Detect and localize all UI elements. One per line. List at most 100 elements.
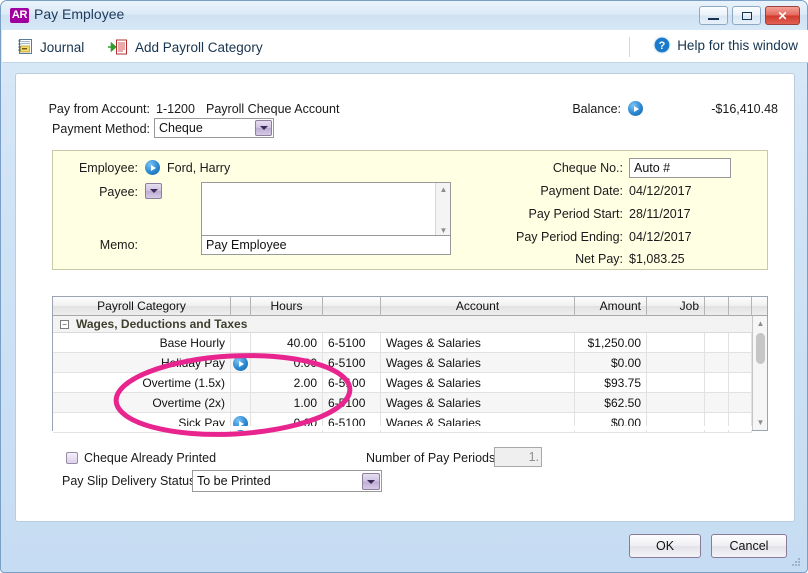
cell-hours[interactable]: 1.00 bbox=[251, 393, 323, 413]
grid-column-header[interactable]: Account bbox=[381, 297, 575, 316]
cancel-button[interactable]: Cancel bbox=[711, 534, 787, 558]
cell-account-number[interactable]: 6-5100 bbox=[323, 333, 381, 353]
cell-row-arrow[interactable] bbox=[231, 393, 251, 413]
cell-hours[interactable]: 0.00 bbox=[251, 353, 323, 373]
ok-button[interactable]: OK bbox=[629, 534, 701, 558]
payee-scrollbar[interactable]: ▲ ▼ bbox=[435, 183, 450, 237]
journal-button[interactable]: Journal bbox=[16, 36, 84, 58]
delivery-status-chevron-down-icon[interactable] bbox=[362, 473, 380, 490]
scroll-up-icon[interactable]: ▲ bbox=[436, 183, 451, 196]
cell-account-number[interactable]: 6-5100 bbox=[323, 393, 381, 413]
cell-job[interactable] bbox=[647, 333, 705, 353]
cell-extra-1[interactable] bbox=[705, 333, 729, 353]
table-row[interactable]: Overtime (2x) 1.00 6-5100 Wages & Salaries $… bbox=[53, 393, 752, 413]
grid-column-header[interactable] bbox=[729, 297, 752, 316]
payee-chevron-down-icon[interactable] bbox=[145, 183, 162, 199]
cell-account-number[interactable]: 6-5100 bbox=[323, 353, 381, 373]
payee-input[interactable]: ▲ ▼ bbox=[201, 182, 451, 238]
cell-account-number[interactable]: 6-5100 bbox=[323, 373, 381, 393]
balance-arrow-icon[interactable] bbox=[628, 101, 643, 116]
memo-input[interactable]: Pay Employee bbox=[201, 235, 451, 255]
grid-column-header[interactable]: Amount bbox=[575, 297, 647, 316]
grid-scroll-down-icon[interactable]: ▼ bbox=[753, 416, 768, 429]
cell-payroll-category[interactable]: Sick Pay bbox=[53, 413, 231, 433]
cell-amount[interactable]: $62.50 bbox=[575, 393, 647, 413]
cell-amount[interactable]: $0.00 bbox=[575, 413, 647, 433]
pay-periods-label: Number of Pay Periods: bbox=[366, 451, 499, 465]
grid-column-header[interactable]: Job bbox=[647, 297, 705, 316]
grid-scroll-thumb[interactable] bbox=[756, 333, 765, 364]
cell-amount[interactable]: $1,250.00 bbox=[575, 333, 647, 353]
cheque-already-printed-checkbox[interactable] bbox=[66, 452, 78, 464]
minimize-button[interactable] bbox=[699, 6, 728, 25]
cell-account-name[interactable]: Wages & Salaries bbox=[381, 353, 575, 373]
table-row[interactable]: Base Hourly 40.00 6-5100 Wages & Salaries $1… bbox=[53, 333, 752, 353]
employee-arrow-icon[interactable] bbox=[145, 160, 160, 175]
cheque-already-printed-label: Cheque Already Printed bbox=[84, 451, 217, 465]
cell-extra-1[interactable] bbox=[705, 413, 729, 433]
cell-job[interactable] bbox=[647, 373, 705, 393]
table-row[interactable]: Overtime (1.5x) 2.00 6-5100 Wages & Salarie… bbox=[53, 373, 752, 393]
payee-select-button[interactable] bbox=[143, 182, 162, 201]
payment-method-select[interactable]: Cheque bbox=[154, 118, 274, 138]
resize-grip[interactable] bbox=[790, 556, 802, 568]
grid-scrollbar[interactable]: ▲ ▼ bbox=[752, 316, 767, 430]
cell-row-arrow[interactable] bbox=[231, 373, 251, 393]
cell-account-name[interactable]: Wages & Salaries bbox=[381, 393, 575, 413]
table-row[interactable]: Sick Pay 0.00 6-5100 Wages & Salaries $0.00 bbox=[53, 413, 752, 433]
cell-hours[interactable]: 2.00 bbox=[251, 373, 323, 393]
maximize-button[interactable] bbox=[732, 6, 761, 25]
cell-payroll-category[interactable]: Holiday Pay bbox=[53, 353, 231, 373]
add-payroll-category-button[interactable]: Add Payroll Category bbox=[107, 36, 263, 58]
cell-extra-2[interactable] bbox=[729, 393, 752, 413]
close-button[interactable]: ✕ bbox=[765, 6, 800, 25]
journal-icon bbox=[16, 38, 34, 56]
table-row[interactable]: Holiday Pay 0.00 6-5100 Wages & Salaries $0.… bbox=[53, 353, 752, 373]
title-bar: AR Pay Employee ✕ bbox=[1, 1, 807, 30]
cell-extra-1[interactable] bbox=[705, 373, 729, 393]
grid-column-header[interactable] bbox=[323, 297, 381, 316]
cell-row-arrow[interactable] bbox=[231, 413, 251, 433]
cell-extra-1[interactable] bbox=[705, 353, 729, 373]
help-button[interactable]: ? Help for this window bbox=[653, 36, 798, 54]
cell-job[interactable] bbox=[647, 353, 705, 373]
cell-account-name[interactable]: Wages & Salaries bbox=[381, 373, 575, 393]
cell-job[interactable] bbox=[647, 393, 705, 413]
cell-extra-2[interactable] bbox=[729, 353, 752, 373]
group-collapse-toggle[interactable]: − bbox=[60, 320, 69, 329]
cheque-no-label: Cheque No.: bbox=[552, 161, 623, 175]
cell-amount[interactable]: $93.75 bbox=[575, 373, 647, 393]
grid-scroll-up-icon[interactable]: ▲ bbox=[753, 317, 768, 330]
cell-hours[interactable]: 0.00 bbox=[251, 413, 323, 433]
cheque-no-input[interactable]: Auto # bbox=[629, 158, 731, 178]
delivery-status-select[interactable]: To be Printed bbox=[192, 470, 382, 492]
cell-extra-2[interactable] bbox=[729, 413, 752, 433]
cell-account-number[interactable]: 6-5100 bbox=[323, 413, 381, 433]
cell-hours[interactable]: 40.00 bbox=[251, 333, 323, 353]
cell-payroll-category[interactable]: Overtime (2x) bbox=[53, 393, 231, 413]
chevron-down-icon[interactable] bbox=[255, 120, 272, 136]
cell-row-arrow[interactable] bbox=[231, 333, 251, 353]
cell-extra-2[interactable] bbox=[729, 333, 752, 353]
pay-period-ending-value: 04/12/2017 bbox=[629, 230, 692, 244]
pay-periods-value: 1. bbox=[528, 450, 539, 464]
grid-column-header[interactable] bbox=[705, 297, 729, 316]
app-logo-badge: AR bbox=[10, 8, 29, 23]
row-arrow-icon[interactable] bbox=[233, 356, 248, 371]
cell-account-name[interactable]: Wages & Salaries bbox=[381, 413, 575, 433]
close-icon: ✕ bbox=[777, 8, 788, 23]
cell-payroll-category[interactable]: Overtime (1.5x) bbox=[53, 373, 231, 393]
grid-column-header[interactable] bbox=[231, 297, 251, 316]
pay-employee-window: AR Pay Employee ✕ Journal Add Payroll Ca… bbox=[0, 0, 808, 573]
cell-payroll-category[interactable]: Base Hourly bbox=[53, 333, 231, 353]
cell-account-name[interactable]: Wages & Salaries bbox=[381, 333, 575, 353]
cell-extra-2[interactable] bbox=[729, 373, 752, 393]
cell-job[interactable] bbox=[647, 413, 705, 433]
grid-column-header[interactable]: Hours bbox=[251, 297, 323, 316]
cell-extra-1[interactable] bbox=[705, 393, 729, 413]
cell-amount[interactable]: $0.00 bbox=[575, 353, 647, 373]
page-title: Pay Employee bbox=[34, 6, 125, 22]
payment-date-value: 04/12/2017 bbox=[629, 184, 692, 198]
cell-row-arrow[interactable] bbox=[231, 353, 251, 373]
grid-column-header[interactable]: Payroll Category bbox=[53, 297, 231, 316]
